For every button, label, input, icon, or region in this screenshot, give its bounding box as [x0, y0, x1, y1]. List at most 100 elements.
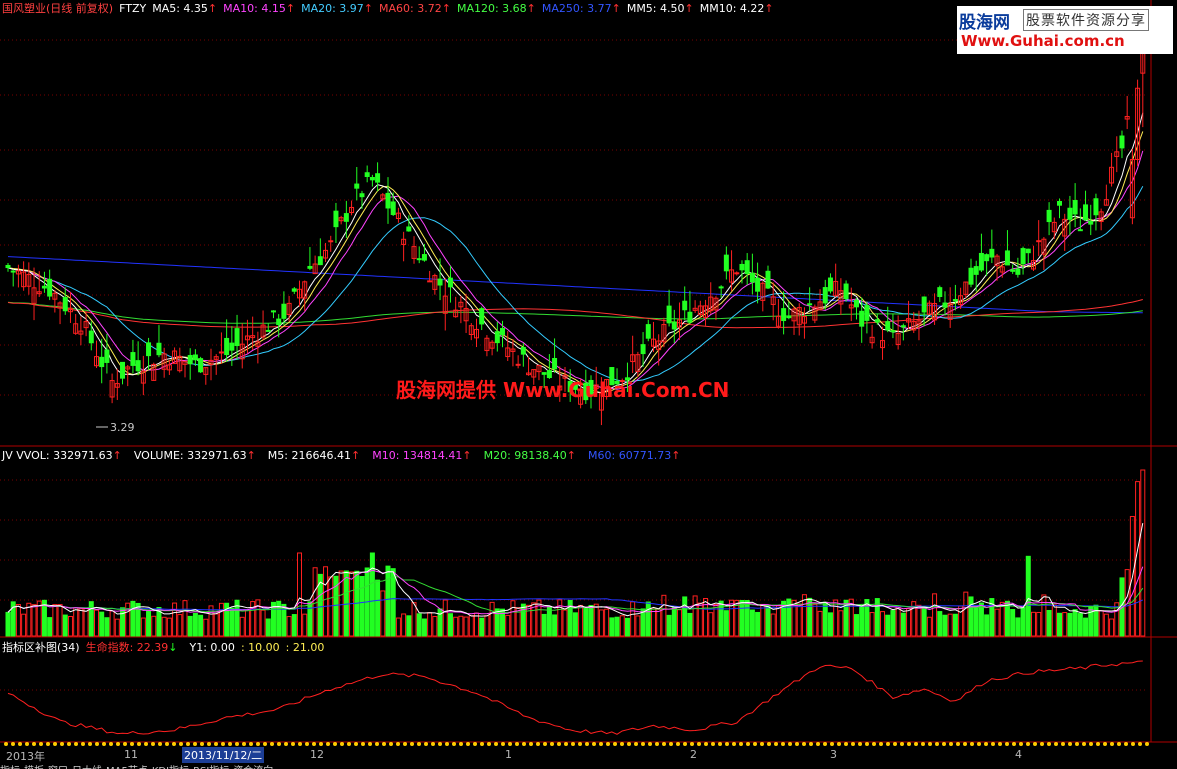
- baseline-dot: [774, 742, 778, 746]
- life-index-legend: 生命指数: 22.39↓: [85, 641, 178, 654]
- up-arrow-icon: ↑: [684, 2, 694, 15]
- indicator-legend: 指标区补图(34) 生命指数: 22.39↓ Y1: 0.00: 10.00: 21…: [2, 640, 330, 655]
- baseline-dot: [620, 742, 624, 746]
- volume-bar: [458, 615, 464, 637]
- volume-bar: [479, 617, 485, 637]
- baseline-dot: [963, 742, 967, 746]
- baseline-dot: [291, 742, 295, 746]
- selected-date[interactable]: 2013/11/12/二: [182, 747, 265, 763]
- baseline-dot: [256, 742, 260, 746]
- volume-bar: [57, 604, 63, 637]
- volume-bar: [244, 609, 250, 637]
- candle-body: [10, 270, 16, 273]
- baseline-dot: [725, 742, 729, 746]
- candle-body: [359, 193, 365, 198]
- volume-bar: [463, 616, 469, 637]
- volume-bar: [432, 616, 438, 637]
- x-axis-label: 12: [310, 748, 324, 761]
- ma-legend-4: MA120: 3.68↑: [456, 2, 536, 15]
- volume-bar: [484, 615, 490, 637]
- baseline-dot: [900, 742, 904, 746]
- candle-body: [120, 361, 126, 379]
- volume-bar: [822, 601, 828, 637]
- baseline-dot: [249, 742, 253, 746]
- price-legend: 国风塑业(日线 前复权) FTZY MA5: 4.35↑ MA10: 4.15↑ MA2…: [2, 1, 780, 16]
- baseline-dot: [501, 742, 505, 746]
- candle-body: [1119, 135, 1125, 149]
- up-arrow-icon: ↑: [566, 449, 577, 462]
- volume-bar: [578, 604, 584, 637]
- volume-bar: [297, 552, 303, 637]
- baseline-dot: [1103, 742, 1107, 746]
- volume-bar: [1025, 555, 1031, 637]
- baseline-dot: [928, 742, 932, 746]
- baseline-dot: [396, 742, 400, 746]
- candle-body: [937, 287, 943, 297]
- volume-bar: [885, 614, 891, 637]
- candle-body: [1020, 248, 1026, 265]
- baseline-dot: [522, 742, 526, 746]
- volume-bar: [78, 608, 84, 637]
- candle-body: [739, 263, 745, 271]
- volume-bar: [890, 610, 896, 637]
- volume-legend: JV VVOL: 332971.63↑ VOLUME: 332971.63↑ M5:…: [2, 448, 692, 463]
- volume-bar: [99, 611, 105, 637]
- baseline-dot: [1005, 742, 1009, 746]
- stock-name: 国风塑业(日线 前复权): [2, 2, 114, 15]
- candle-body: [807, 303, 813, 306]
- bottom-tabs[interactable]: 指标模板窗口日大线MA5节点KDJ指标RSI指标资金流向: [0, 762, 360, 769]
- baseline-dot: [123, 742, 127, 746]
- baseline-dot: [46, 742, 50, 746]
- baseline-dot: [137, 742, 141, 746]
- baseline-dot: [1040, 742, 1044, 746]
- candle-body: [1010, 269, 1016, 272]
- volume-bar: [958, 605, 964, 637]
- up-arrow-icon: ↑: [441, 2, 451, 15]
- baseline-dot: [242, 742, 246, 746]
- baseline-dot: [536, 742, 540, 746]
- baseline-dot: [809, 742, 813, 746]
- candle-body: [88, 330, 94, 344]
- baseline-dot: [319, 742, 323, 746]
- baseline-dot: [4, 742, 8, 746]
- volume-bar: [687, 612, 693, 637]
- volume-bar: [749, 609, 755, 637]
- baseline-dot: [326, 742, 330, 746]
- candle-body: [853, 299, 859, 308]
- baseline-dot: [270, 742, 274, 746]
- baseline-dot: [676, 742, 680, 746]
- volume-bar: [427, 612, 433, 637]
- volume-bar: [812, 603, 818, 637]
- baseline-dot: [235, 742, 239, 746]
- baseline-dot: [550, 742, 554, 746]
- baseline-dot: [74, 742, 78, 746]
- volume-bar: [760, 603, 766, 637]
- candle-body: [333, 210, 339, 228]
- candle-body: [135, 360, 141, 372]
- volume-bar: [83, 607, 89, 637]
- volume-bar: [1077, 613, 1083, 637]
- candle-body: [437, 278, 443, 286]
- volume-bar: [208, 605, 214, 637]
- volume-bar: [593, 603, 599, 637]
- baseline-dot: [200, 742, 204, 746]
- baseline-dot: [116, 742, 120, 746]
- baseline-dot: [466, 742, 470, 746]
- baseline-dot: [1047, 742, 1051, 746]
- vol-legend-0: JV VVOL: 332971.63↑: [2, 449, 122, 462]
- baseline-dot: [375, 742, 379, 746]
- volume-bar: [765, 605, 771, 637]
- baseline-dot: [53, 742, 57, 746]
- baseline-dot: [1138, 742, 1142, 746]
- baseline-dot: [935, 742, 939, 746]
- volume-bar: [1067, 612, 1073, 637]
- volume-bar: [146, 609, 152, 637]
- vol-legend-3: M10: 134814.41↑: [372, 449, 472, 462]
- volume-bar: [416, 613, 422, 637]
- y1-legend: Y1: 0.00: [189, 641, 235, 654]
- volume-bar: [291, 614, 297, 637]
- candle-body: [500, 328, 506, 335]
- volume-bar: [1010, 609, 1016, 637]
- baseline-dot: [1054, 742, 1058, 746]
- candle-body: [421, 254, 427, 261]
